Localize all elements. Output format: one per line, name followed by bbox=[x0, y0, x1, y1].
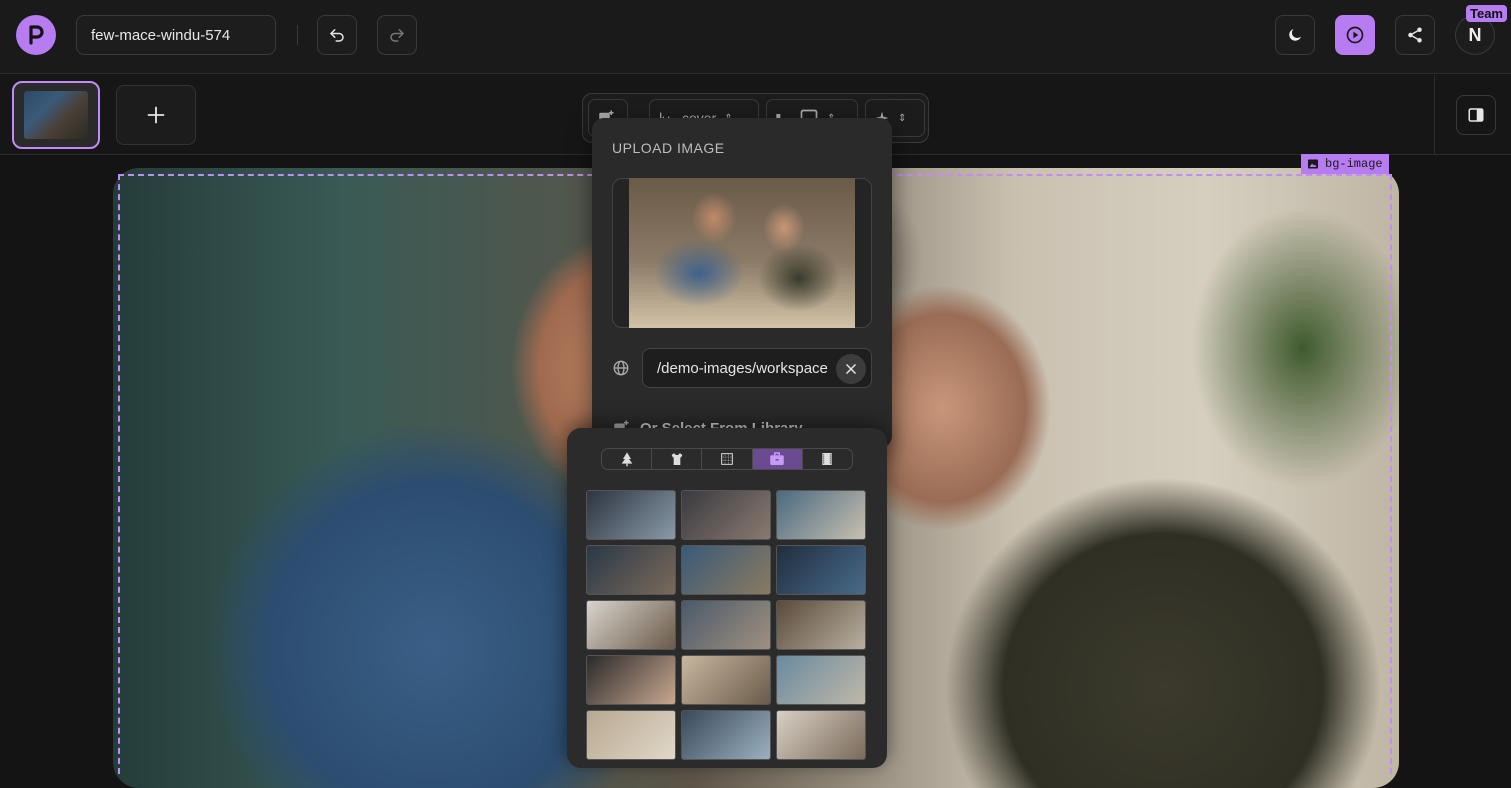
library-thumbnail[interactable] bbox=[681, 710, 771, 760]
right-panel-area bbox=[1434, 75, 1511, 155]
undo-button[interactable] bbox=[317, 15, 357, 55]
redo-button[interactable] bbox=[377, 15, 417, 55]
tab-business[interactable] bbox=[752, 449, 803, 469]
briefcase-icon bbox=[770, 452, 784, 465]
logo-p-icon bbox=[29, 25, 44, 45]
tab-textures[interactable] bbox=[702, 449, 753, 469]
slide-thumbnail-1[interactable] bbox=[12, 81, 100, 149]
app-logo[interactable] bbox=[16, 15, 56, 55]
tab-fashion[interactable] bbox=[652, 449, 703, 469]
image-icon bbox=[1308, 159, 1318, 169]
image-preview-dropzone[interactable] bbox=[612, 178, 872, 328]
tab-nature[interactable] bbox=[602, 449, 653, 469]
library-thumbnail[interactable] bbox=[586, 710, 676, 760]
toggle-sidebar-button[interactable] bbox=[1456, 95, 1496, 135]
image-preview bbox=[629, 178, 855, 328]
upload-image-popover: UPLOAD IMAGE /demo-images/workspace Or S… bbox=[592, 118, 892, 448]
share-button[interactable] bbox=[1395, 15, 1435, 55]
library-thumbnail[interactable] bbox=[681, 655, 771, 705]
library-thumbnail[interactable] bbox=[586, 655, 676, 705]
library-thumbnail[interactable] bbox=[681, 490, 771, 540]
library-thumbnail[interactable] bbox=[586, 600, 676, 650]
chevron-updown-icon: ⇕ bbox=[898, 112, 907, 124]
top-bar: few-mace-windu-574 N Team bbox=[0, 0, 1511, 74]
library-thumbnail[interactable] bbox=[586, 545, 676, 595]
redo-icon bbox=[390, 29, 404, 42]
library-thumbnail[interactable] bbox=[681, 545, 771, 595]
tab-film[interactable] bbox=[803, 449, 852, 469]
shirt-icon bbox=[671, 453, 683, 465]
clear-url-button[interactable] bbox=[836, 354, 866, 384]
document-name-field[interactable]: few-mace-windu-574 bbox=[76, 15, 276, 55]
library-image-grid bbox=[586, 490, 868, 760]
tree-icon bbox=[621, 452, 632, 467]
library-thumbnail[interactable] bbox=[776, 655, 866, 705]
add-slide-button[interactable] bbox=[116, 85, 196, 145]
sidebar-layout-icon bbox=[1468, 108, 1484, 122]
team-badge: Team bbox=[1466, 5, 1507, 22]
preview-play-button[interactable] bbox=[1335, 15, 1375, 55]
upload-image-title: UPLOAD IMAGE bbox=[612, 140, 725, 156]
slide-thumbnail-image bbox=[24, 91, 88, 139]
image-library-panel bbox=[567, 428, 887, 768]
undo-icon bbox=[330, 29, 344, 42]
globe-icon bbox=[613, 360, 629, 376]
library-thumbnail[interactable] bbox=[681, 600, 771, 650]
film-icon bbox=[822, 453, 833, 465]
library-thumbnail[interactable] bbox=[776, 490, 866, 540]
library-thumbnail[interactable] bbox=[586, 490, 676, 540]
element-tag-bg-image: bg-image bbox=[1301, 154, 1389, 174]
texture-icon bbox=[721, 453, 733, 465]
play-circle-icon bbox=[1346, 26, 1364, 44]
library-thumbnail[interactable] bbox=[776, 545, 866, 595]
library-thumbnail[interactable] bbox=[776, 600, 866, 650]
library-thumbnail[interactable] bbox=[776, 710, 866, 760]
library-category-tabs bbox=[601, 448, 853, 470]
toolbar-divider bbox=[297, 25, 298, 45]
moon-icon bbox=[1289, 29, 1301, 41]
plus-icon bbox=[147, 106, 165, 124]
share-icon bbox=[1408, 27, 1422, 43]
close-icon bbox=[846, 364, 856, 374]
element-tag-label: bg-image bbox=[1325, 157, 1383, 171]
theme-toggle-button[interactable] bbox=[1275, 15, 1315, 55]
